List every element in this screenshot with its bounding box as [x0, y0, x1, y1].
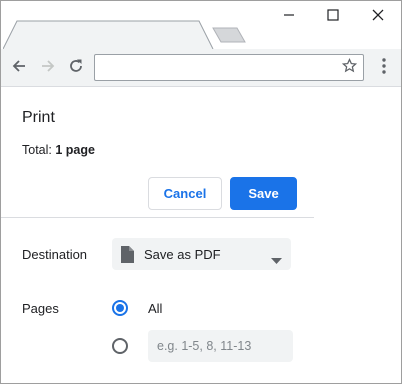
maximize-button[interactable] [318, 5, 348, 29]
minimize-icon [283, 8, 295, 26]
destination-label: Destination [22, 247, 88, 262]
dropdown-arrow-icon [271, 251, 282, 269]
destination-value: Save as PDF [144, 247, 221, 262]
total-value: 1 page [55, 143, 95, 157]
pages-all-radio[interactable] [112, 300, 128, 316]
print-title: Print [22, 109, 55, 126]
divider [1, 217, 314, 218]
pages-all-label: All [148, 301, 163, 316]
browser-menu-button[interactable] [376, 57, 392, 79]
new-tab-button[interactable] [211, 26, 247, 44]
tab-strip [1, 1, 401, 50]
arrow-right-icon [40, 58, 56, 79]
document-icon [120, 246, 134, 268]
address-bar[interactable] [94, 54, 364, 81]
reload-button[interactable] [64, 56, 88, 80]
pages-custom-input[interactable] [148, 330, 293, 362]
minimize-button[interactable] [274, 5, 304, 29]
cancel-button[interactable]: Cancel [148, 177, 222, 210]
browser-window: Print Total: 1 page Cancel Save Destinat… [0, 0, 402, 384]
browser-tab[interactable] [3, 20, 215, 50]
destination-select[interactable]: Save as PDF [112, 238, 291, 270]
close-icon [372, 8, 384, 26]
maximize-icon [327, 8, 339, 26]
reload-icon [68, 58, 84, 79]
pages-custom-radio[interactable] [112, 338, 128, 354]
kebab-menu-icon [382, 57, 386, 79]
arrow-left-icon [11, 58, 27, 79]
save-button[interactable]: Save [230, 177, 297, 210]
star-icon [341, 58, 357, 78]
pages-label: Pages [22, 301, 59, 316]
print-total: Total: 1 page [22, 143, 95, 157]
close-window-button[interactable] [363, 5, 393, 29]
bookmark-button[interactable] [339, 58, 359, 78]
forward-button[interactable] [36, 56, 60, 80]
browser-toolbar [1, 49, 401, 87]
back-button[interactable] [7, 56, 31, 80]
total-label: Total: [22, 143, 56, 157]
